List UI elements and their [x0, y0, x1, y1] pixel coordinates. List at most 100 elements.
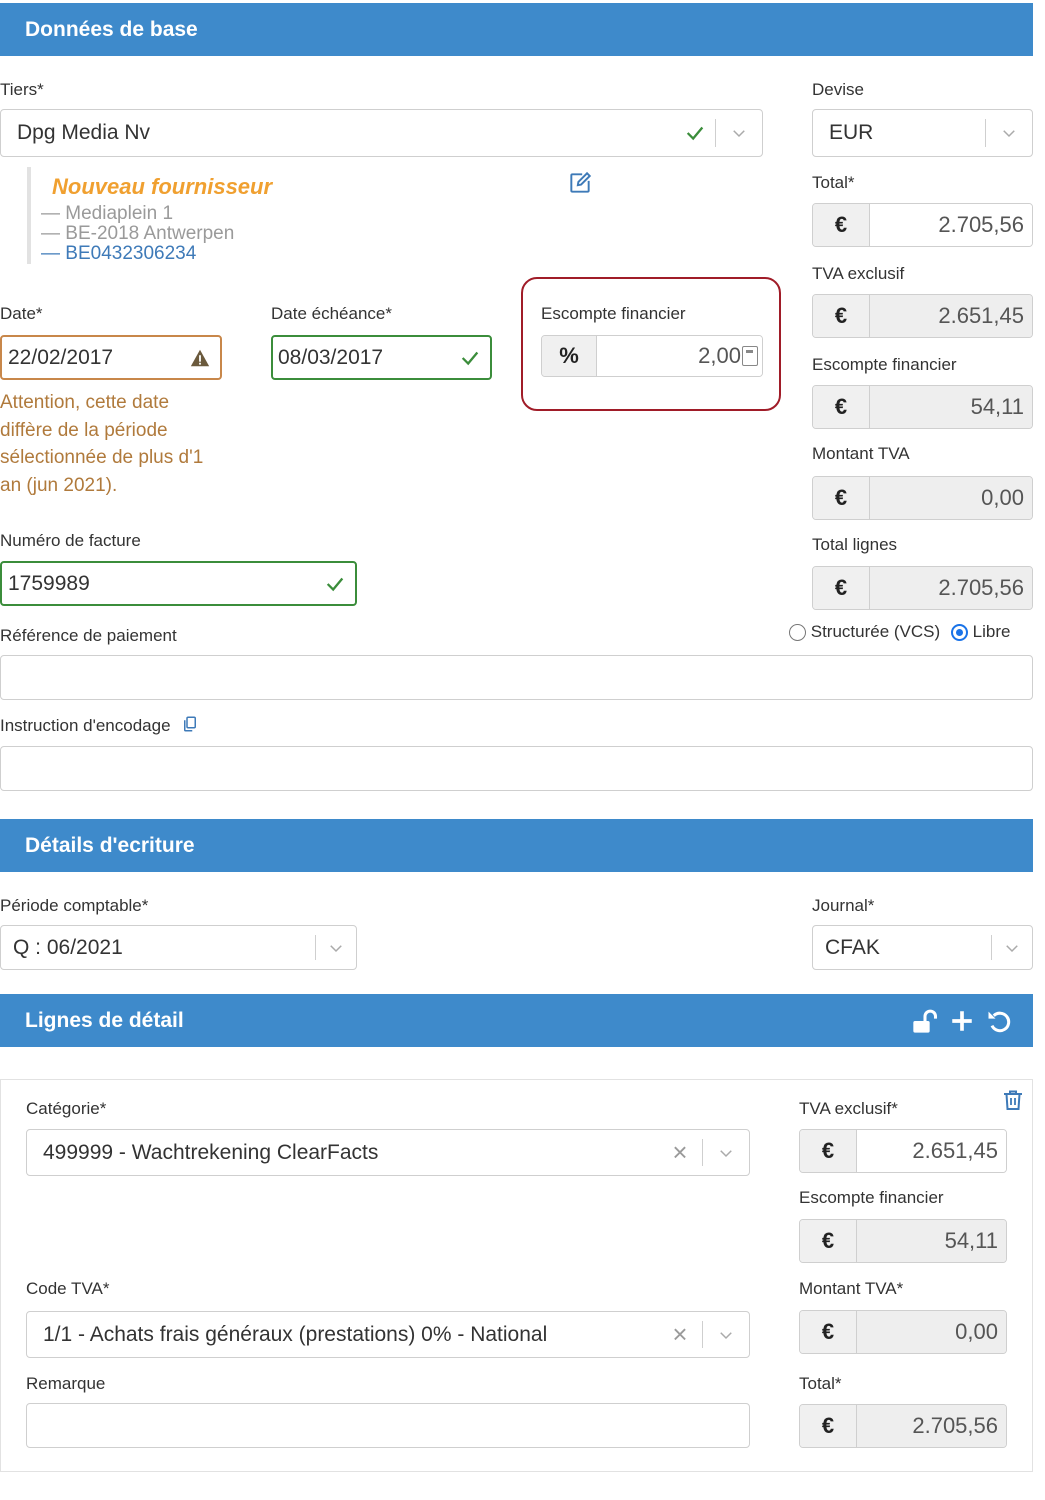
chevron-down-icon[interactable]	[992, 939, 1032, 957]
supplier-address: — Mediaplein 1 — BE-2018 Antwerpen — BE0…	[41, 204, 234, 264]
vat-exclusive-label: TVA exclusif	[812, 264, 905, 283]
currency-value: EUR	[829, 121, 874, 144]
journal-select[interactable]: CFAK	[812, 925, 1033, 970]
payment-reference-type: Structurée (VCS) Libre	[789, 622, 1010, 642]
total-value: 2.705,56	[870, 204, 1032, 246]
invoice-number-label: Numéro de facture	[0, 531, 141, 550]
date-input[interactable]: 22/02/2017	[0, 335, 222, 380]
euro-symbol: €	[800, 1405, 857, 1447]
vat-code-value: 1/1 - Achats frais généraux (prestations…	[43, 1322, 548, 1346]
invoice-number-value: 1759989	[8, 571, 90, 595]
line-vat-amount-field: € 0,00	[799, 1310, 1007, 1354]
currency-select[interactable]: EUR	[812, 109, 1033, 157]
radio-free-label: Libre	[972, 622, 1011, 641]
euro-symbol: €	[800, 1130, 857, 1172]
supplier-bar	[27, 167, 31, 264]
line-total-field: € 2.705,56	[799, 1404, 1007, 1448]
payment-reference-input[interactable]	[0, 655, 1033, 700]
euro-symbol: €	[813, 567, 870, 609]
discount-amount-value: 54,11	[870, 386, 1032, 428]
remark-label: Remarque	[26, 1374, 106, 1393]
euro-symbol: €	[813, 386, 870, 428]
warning-icon	[180, 347, 220, 369]
invoice-number-input[interactable]: 1759989	[0, 561, 357, 606]
check-icon	[315, 573, 355, 595]
chevron-down-icon[interactable]	[716, 124, 762, 142]
check-icon	[450, 347, 490, 369]
line-discount-value: 54,11	[857, 1220, 1006, 1262]
total-label: Total*	[812, 173, 855, 192]
accounting-period-value: Q : 06/2021	[13, 935, 123, 959]
accounting-period-label: Période comptable*	[0, 896, 149, 915]
vat-amount-field: € 0,00	[812, 476, 1033, 520]
radio-structured-label: Structurée (VCS)	[810, 622, 941, 641]
lines-total-value: 2.705,56	[870, 567, 1032, 609]
line-vat-exclusive-value: 2.651,45	[857, 1130, 1006, 1172]
journal-value: CFAK	[825, 935, 880, 959]
reset-icon[interactable]	[985, 1007, 1013, 1035]
instruction-label: Instruction d'encodage	[0, 715, 199, 738]
tiers-select[interactable]: Dpg Media Nv	[0, 109, 763, 157]
vat-exclusive-value: 2.651,45	[870, 295, 1032, 337]
lines-total-field: € 2.705,56	[812, 566, 1033, 610]
lines-total-label: Total lignes	[812, 535, 898, 554]
category-select[interactable]: 499999 - Wachtrekening ClearFacts ×	[26, 1129, 750, 1176]
chevron-down-icon[interactable]	[316, 939, 356, 957]
unlock-icon[interactable]	[911, 1007, 939, 1035]
vat-code-label: Code TVA*	[26, 1279, 110, 1298]
instruction-input[interactable]	[0, 746, 1033, 791]
due-date-input[interactable]: 08/03/2017	[271, 335, 492, 380]
line-vat-exclusive-input[interactable]: € 2.651,45	[799, 1129, 1007, 1173]
supplier-street: — Mediaplein 1	[41, 203, 174, 224]
payment-reference-label: Référence de paiement	[0, 626, 177, 645]
discount-label: Escompte financier	[541, 304, 686, 323]
add-icon[interactable]	[949, 1007, 975, 1035]
section-title: Détails d'ecriture	[25, 833, 195, 857]
due-date-label: Date échéance*	[271, 304, 392, 323]
discount-value: 2,00	[698, 343, 741, 368]
category-label: Catégorie*	[26, 1099, 107, 1118]
check-icon	[675, 122, 715, 144]
chevron-down-icon[interactable]	[986, 124, 1032, 142]
date-value: 22/02/2017	[8, 345, 114, 369]
supplier-vat-link[interactable]: — BE0432306234	[41, 244, 234, 264]
euro-symbol: €	[813, 477, 870, 519]
trash-icon[interactable]	[1001, 1087, 1025, 1113]
percent-unit: %	[542, 336, 597, 376]
calculator-icon[interactable]	[742, 346, 758, 366]
line-discount-field: € 54,11	[799, 1219, 1007, 1263]
clear-icon[interactable]: ×	[658, 1319, 702, 1350]
euro-symbol: €	[813, 204, 870, 246]
vat-code-select[interactable]: 1/1 - Achats frais généraux (prestations…	[26, 1311, 750, 1358]
remark-input[interactable]	[26, 1403, 750, 1448]
line-total-label: Total*	[799, 1374, 842, 1393]
chevron-down-icon[interactable]	[703, 1144, 749, 1162]
line-discount-label: Escompte financier	[799, 1188, 944, 1207]
line-total-value: 2.705,56	[857, 1405, 1006, 1447]
edit-icon[interactable]	[567, 170, 593, 196]
category-value: 499999 - Wachtrekening ClearFacts	[43, 1140, 379, 1164]
accounting-period-select[interactable]: Q : 06/2021	[0, 925, 357, 970]
line-vat-amount-value: 0,00	[857, 1311, 1006, 1353]
vat-exclusive-field: € 2.651,45	[812, 294, 1033, 338]
discount-amount-field: € 54,11	[812, 385, 1033, 429]
section-header-entry-details: Détails d'ecriture	[0, 819, 1033, 872]
total-input[interactable]: € 2.705,56	[812, 203, 1033, 247]
journal-label: Journal*	[812, 896, 875, 915]
tiers-label: Tiers*	[0, 80, 44, 99]
euro-symbol: €	[800, 1311, 857, 1353]
clear-icon[interactable]: ×	[658, 1137, 702, 1168]
euro-symbol: €	[800, 1220, 857, 1262]
euro-symbol: €	[813, 295, 870, 337]
copy-icon[interactable]	[181, 715, 199, 738]
discount-input[interactable]: % 2,00	[541, 335, 763, 377]
discount-amount-label: Escompte financier	[812, 355, 957, 374]
radio-structured[interactable]	[789, 624, 806, 642]
section-header-detail-lines: Lignes de détail	[0, 994, 1033, 1047]
chevron-down-icon[interactable]	[703, 1326, 749, 1344]
radio-free[interactable]	[950, 624, 968, 642]
supplier-name: Nouveau fournisseur	[52, 174, 273, 199]
due-date-value: 08/03/2017	[278, 345, 384, 369]
line-vat-amount-label: Montant TVA*	[799, 1279, 904, 1298]
section-title: Données de base	[25, 17, 198, 41]
